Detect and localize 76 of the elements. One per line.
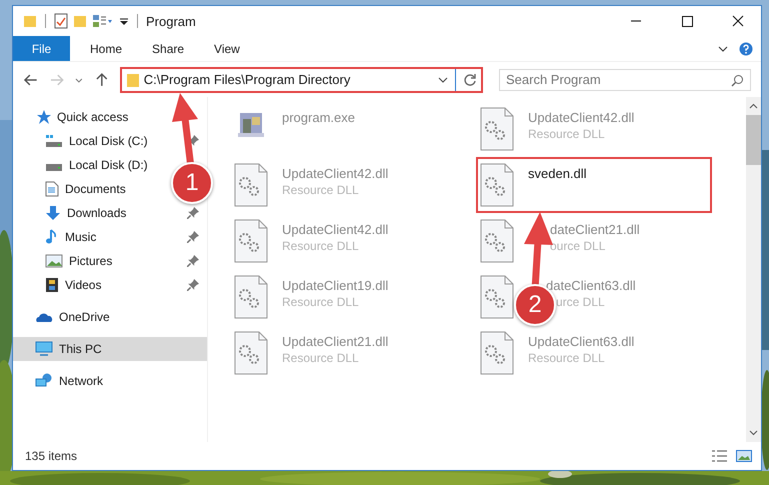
file-name: program.exe [282, 110, 355, 125]
sidebar-item[interactable]: OneDrive [59, 310, 110, 324]
view-icon[interactable] [92, 14, 114, 28]
pin-icon[interactable] [187, 255, 199, 267]
sidebar-item[interactable]: Documents [65, 182, 126, 196]
gear-file-icon [480, 163, 514, 207]
file-type: Resource DLL [282, 295, 360, 309]
film-strip-icon [45, 277, 59, 293]
ribbon-tab[interactable]: File [13, 36, 70, 61]
ribbon-tab[interactable]: Share [140, 36, 196, 61]
file-name: UpdateClient42.dll [282, 222, 388, 237]
file-name: sveden.dll [528, 166, 587, 181]
item-count: 135 items [25, 449, 78, 463]
sidebar-item[interactable]: Pictures [69, 254, 112, 268]
file-type: Resource DLL [282, 351, 360, 365]
chevron-down-icon[interactable] [438, 74, 448, 84]
folder-icon [126, 72, 140, 88]
scroll-thumb[interactable] [746, 115, 761, 165]
file-item[interactable]: sveden.dll [476, 157, 712, 213]
file-name: UpdateClient21.dll [282, 334, 388, 349]
scrollbar[interactable] [746, 97, 761, 442]
up-arrow-icon[interactable] [94, 72, 110, 88]
sidebar-item[interactable]: Local Disk (D:) [69, 158, 148, 172]
gear-file-icon [480, 107, 514, 151]
file-name: dateClient63.dll [546, 278, 636, 293]
checklist-icon[interactable] [54, 13, 68, 29]
sidebar-item[interactable]: Network [59, 374, 104, 388]
network-icon [35, 373, 53, 389]
back-arrow-icon[interactable] [23, 72, 39, 88]
sidebar-item[interactable]: Quick access [57, 110, 128, 124]
refresh-icon[interactable] [463, 72, 477, 86]
gear-file-icon [480, 219, 514, 263]
gear-file-icon [234, 163, 268, 207]
file-type: Resource DLL [528, 351, 606, 365]
gear-file-icon [234, 331, 268, 375]
picture-frame-icon [45, 254, 63, 268]
sidebar-item[interactable]: Downloads [67, 206, 126, 220]
window-title: Program [146, 14, 196, 28]
drive-icon [45, 164, 63, 170]
sidebar-item[interactable]: This PC [59, 342, 102, 356]
pin-icon[interactable] [187, 231, 199, 243]
file-type: urce DLL [556, 295, 606, 309]
address-bar[interactable]: C:\Program Files\Program Directory [120, 66, 483, 92]
details-view-icon[interactable] [711, 449, 729, 463]
file-type: Resource DLL [282, 239, 360, 253]
file-name: UpdateClient19.dll [282, 278, 388, 293]
gear-file-icon [480, 331, 514, 375]
help-icon[interactable] [739, 42, 753, 56]
ribbon-tab[interactable]: View [202, 36, 252, 61]
ribbon-tab[interactable]: Home [78, 36, 134, 61]
search-field[interactable]: Search Program [499, 68, 751, 90]
monitor-icon [35, 341, 53, 357]
gear-file-icon [234, 219, 268, 263]
file-type: Resource DLL [528, 127, 606, 141]
selected-row[interactable]: This PC [13, 337, 207, 361]
file-name: UpdateClient42.dll [282, 166, 388, 181]
file-name: UpdateClient63.dll [528, 334, 634, 349]
gear-file-icon [234, 275, 268, 319]
sidebar-item[interactable]: Local Disk (C:) [69, 134, 148, 148]
star-icon [35, 109, 51, 125]
file-type: Resource DLL [282, 183, 360, 197]
file-type: ource DLL [550, 239, 606, 253]
document-icon [45, 181, 59, 197]
sidebar-item[interactable]: Music [65, 230, 96, 244]
pin-icon[interactable] [187, 279, 199, 291]
drive-icon [45, 134, 63, 148]
pin-icon[interactable] [187, 207, 199, 219]
music-note-icon [45, 229, 59, 245]
address-path: C:\Program Files\Program Directory [144, 72, 352, 87]
download-arrow-icon [45, 205, 61, 221]
search-icon [731, 74, 744, 86]
file-name: dateClient21.dll [550, 222, 640, 237]
sidebar-item[interactable]: Videos [65, 278, 102, 292]
file-name: UpdateClient42.dll [528, 110, 634, 125]
large-icons-view-icon[interactable] [735, 449, 753, 463]
cloud-icon [35, 311, 53, 323]
